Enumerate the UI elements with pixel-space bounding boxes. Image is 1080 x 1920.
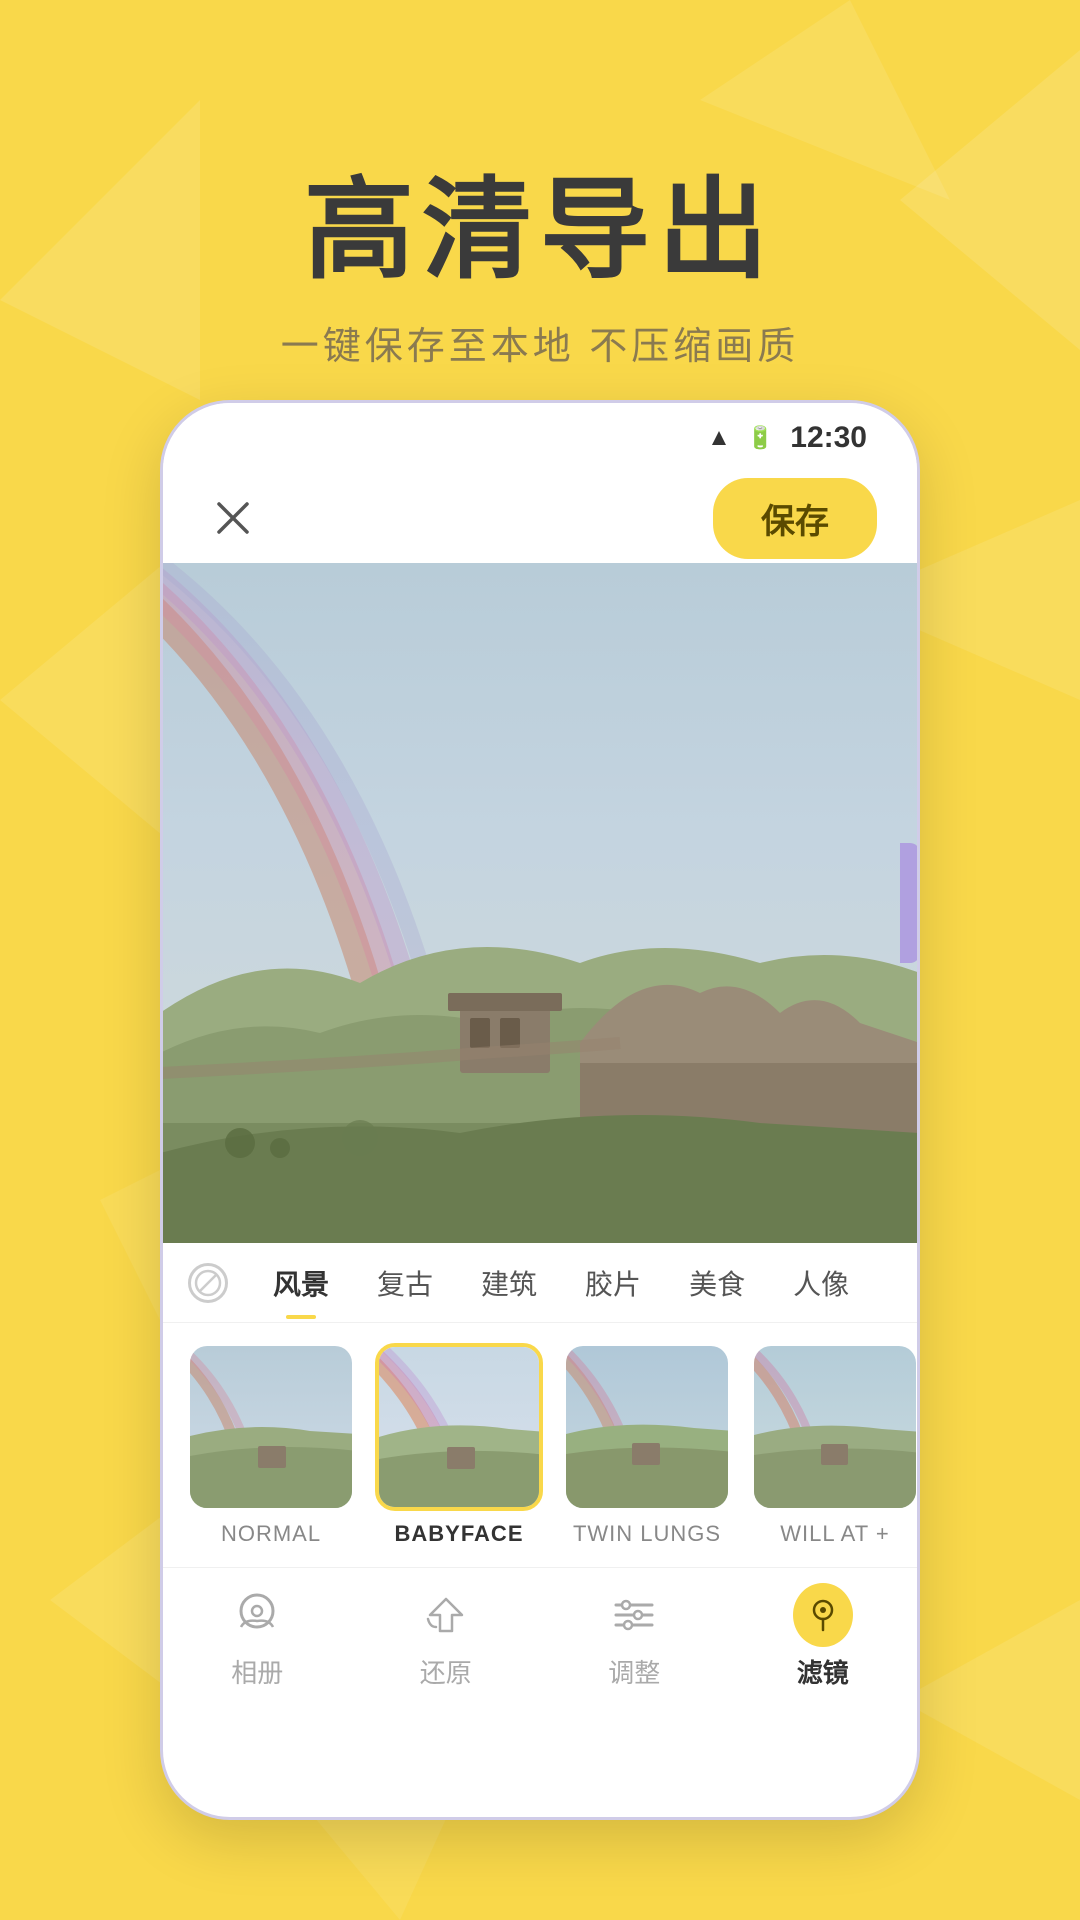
filter-tab-architecture[interactable]: 建筑 [457,1243,561,1323]
filter-tab-film[interactable]: 胶片 [561,1243,665,1323]
nav-item-adjust[interactable]: 调整 [564,1585,704,1690]
phone-mockup: ▲ 🔋 12:30 保存 [160,400,920,1820]
restore-icon [416,1585,476,1645]
filter-item-will-at[interactable]: WILL AT + [751,1343,917,1547]
nav-label-restore: 还原 [420,1653,472,1690]
save-button[interactable]: 保存 [713,478,877,559]
phone-frame: ▲ 🔋 12:30 保存 [160,400,920,1820]
battery-icon: 🔋 [747,425,774,451]
filter-tab-retro[interactable]: 复古 [353,1243,457,1323]
nav-label-filter: 滤镜 [797,1653,849,1690]
nav-label-album: 相册 [231,1653,283,1690]
filter-tab-portrait[interactable]: 人像 [769,1243,873,1323]
status-time: 12:30 [790,421,867,455]
filter-item-twin-lungs[interactable]: TWIN LUNGS [563,1343,731,1547]
filter-item-normal[interactable]: NORMAL [187,1343,355,1547]
side-tab [900,843,917,963]
main-title: 高清导出 [304,170,776,291]
filter-tab-food[interactable]: 美食 [665,1243,769,1323]
filter-label-babyface: BABYFACE [394,1521,523,1547]
nav-label-adjust: 调整 [608,1653,660,1690]
adjust-icon [604,1585,664,1645]
no-filter-icon[interactable] [183,1258,233,1308]
filter-icon [793,1585,853,1645]
status-bar: ▲ 🔋 12:30 [163,403,917,473]
filter-tabs-bar: 风景 复古 建筑 胶片 美食 人像 [163,1243,917,1323]
album-icon [227,1585,287,1645]
nav-item-album[interactable]: 相册 [187,1585,327,1690]
filter-thumb-babyface-img [375,1343,543,1511]
filter-item-babyface[interactable]: BABYFACE [375,1343,543,1547]
nav-item-filter[interactable]: 滤镜 [753,1585,893,1690]
filter-label-normal: NORMAL [221,1521,321,1547]
filter-section: 风景 复古 建筑 胶片 美食 人像 [163,1243,917,1567]
filter-label-twin-lungs: TWIN LUNGS [573,1521,721,1547]
close-button[interactable] [203,488,263,548]
filter-thumb-normal-img [187,1343,355,1511]
signal-icon: ▲ [707,424,731,452]
subtitle: 一键保存至本地 不压缩画质 [281,315,800,370]
app-topbar: 保存 [163,473,917,563]
filter-tab-landscape[interactable]: 风景 [249,1243,353,1323]
filter-thumb-twin-lungs-img [563,1343,731,1511]
filter-label-will-at: WILL AT + [780,1521,889,1547]
filter-thumb-will-at-img [751,1343,917,1511]
filter-thumbnails: NORMAL [163,1323,917,1567]
nav-item-restore[interactable]: 还原 [376,1585,516,1690]
photo-area [163,563,917,1243]
bottom-nav: 相册 还原 [163,1567,917,1727]
